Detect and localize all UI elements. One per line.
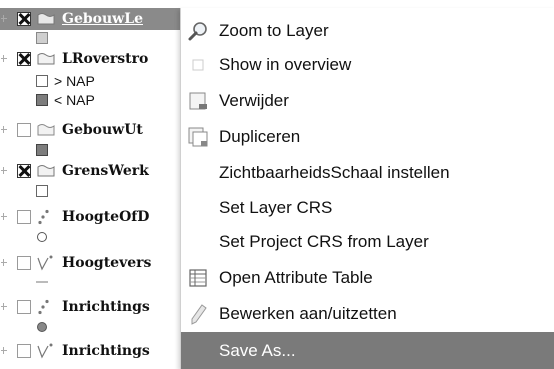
menu-item-zoom-to-layer[interactable]: Zoom to Layer — [181, 14, 554, 48]
layer-row-lroverstro[interactable]: LRoverstro — [0, 48, 148, 70]
layer-name: GrensWerk — [62, 163, 149, 179]
layer-visibility-checkbox[interactable] — [17, 123, 31, 137]
menu-item-dupliceren[interactable]: Dupliceren — [181, 120, 554, 154]
menu-item-label: Verwijder — [219, 91, 289, 110]
legend-symbol — [36, 144, 48, 156]
expand-icon[interactable] — [1, 302, 9, 312]
menu-item-label: Bewerken aan/uitzetten — [219, 304, 397, 323]
menu-item-label: Open Attribute Table — [219, 268, 373, 287]
menu-item-label: ZichtbaarheidsSchaal instellen — [219, 163, 450, 182]
legend-symbol — [36, 185, 48, 197]
legend-item — [36, 32, 48, 44]
legend-label: < NAP — [54, 92, 95, 108]
expand-icon[interactable] — [1, 54, 9, 64]
layer-visibility-checkbox[interactable] — [17, 344, 31, 358]
menu-item-set-layer-crs[interactable]: Set Layer CRS — [181, 191, 554, 225]
layer-visibility-checkbox[interactable] — [17, 12, 31, 26]
legend-symbol — [37, 322, 47, 332]
menu-item-zichtbaarheidsschaal[interactable]: ZichtbaarheidsSchaal instellen — [181, 156, 554, 190]
line-layer-icon — [36, 255, 56, 271]
layer-visibility-checkbox[interactable] — [17, 52, 31, 66]
legend-label: > NAP — [54, 73, 95, 89]
layer-row-hoogteofd[interactable]: HoogteOfD — [0, 206, 149, 228]
layer-visibility-checkbox[interactable] — [17, 300, 31, 314]
menu-item-set-project-crs[interactable]: Set Project CRS from Layer — [181, 225, 554, 259]
layer-row-hoogtevers[interactable]: Hoogtevers — [0, 252, 151, 274]
legend-item — [36, 281, 48, 283]
expand-icon[interactable] — [1, 212, 9, 222]
table-icon — [187, 267, 209, 289]
legend-symbol — [36, 32, 48, 44]
point-layer-icon — [36, 299, 56, 315]
legend-item — [36, 144, 48, 156]
layer-name: GebouwUt — [62, 122, 143, 138]
remove-layer-icon — [187, 90, 209, 112]
layer-row-gebouwut[interactable]: GebouwUt — [0, 119, 143, 141]
layer-name: Hoogtevers — [62, 255, 152, 271]
layer-name: HoogteOfD — [62, 209, 150, 225]
legend-symbol — [36, 94, 48, 106]
layer-name: GebouwLe — [62, 11, 143, 27]
layer-name: LRoverstro — [62, 51, 149, 67]
line-layer-icon — [36, 343, 56, 359]
menu-item-bewerken[interactable]: Bewerken aan/uitzetten — [181, 297, 554, 331]
legend-item-above-nap: > NAP — [36, 73, 95, 89]
layer-row-grenswerk[interactable]: GrensWerk — [0, 160, 149, 182]
pencil-icon — [187, 303, 209, 325]
legend-symbol — [37, 232, 47, 242]
menu-item-save-as[interactable]: Save As... — [181, 332, 554, 369]
layer-visibility-checkbox[interactable] — [17, 256, 31, 270]
layer-context-menu: Zoom to Layer Show in overview Verwijder… — [180, 8, 554, 369]
menu-item-verwijder[interactable]: Verwijder — [181, 84, 554, 118]
layer-visibility-checkbox[interactable] — [17, 164, 31, 178]
menu-item-show-in-overview[interactable]: Show in overview — [181, 48, 554, 82]
polygon-layer-icon — [36, 122, 56, 138]
point-layer-icon — [36, 209, 56, 225]
layer-row-inrichtings-line[interactable]: Inrichtings — [0, 340, 150, 362]
layer-name: Inrichtings — [62, 343, 150, 359]
expand-icon[interactable] — [1, 166, 9, 176]
layer-visibility-checkbox[interactable] — [17, 210, 31, 224]
legend-item-below-nap: < NAP — [36, 92, 95, 108]
polygon-layer-icon — [36, 51, 56, 67]
layer-row-inrichtings-point[interactable]: Inrichtings — [0, 296, 150, 318]
expand-icon[interactable] — [1, 346, 9, 356]
legend-symbol — [36, 75, 48, 87]
duplicate-layer-icon — [187, 126, 209, 148]
expand-icon[interactable] — [1, 14, 9, 24]
checkbox-icon — [187, 54, 209, 76]
layer-tree-panel: GebouwLe LRoverstro > NAP < NAP GebouwUt — [0, 0, 190, 369]
zoom-icon — [187, 20, 209, 42]
menu-item-label: Save As... — [219, 340, 296, 360]
menu-item-label: Set Layer CRS — [219, 198, 333, 217]
expand-icon[interactable] — [1, 125, 9, 135]
menu-item-label: Dupliceren — [219, 127, 301, 146]
menu-item-label: Set Project CRS from Layer — [219, 232, 429, 251]
polygon-layer-icon — [36, 163, 56, 179]
legend-item — [37, 232, 47, 242]
layer-name: Inrichtings — [62, 299, 150, 315]
legend-item — [37, 322, 47, 332]
menu-item-label: Zoom to Layer — [219, 21, 329, 40]
expand-icon[interactable] — [1, 258, 9, 268]
legend-symbol — [36, 281, 48, 283]
polygon-layer-icon — [36, 11, 56, 27]
legend-item — [36, 185, 48, 197]
layer-row-gebouwle[interactable]: GebouwLe — [0, 8, 190, 30]
menu-item-open-attribute-table[interactable]: Open Attribute Table — [181, 261, 554, 295]
menu-item-label: Show in overview — [219, 55, 352, 74]
